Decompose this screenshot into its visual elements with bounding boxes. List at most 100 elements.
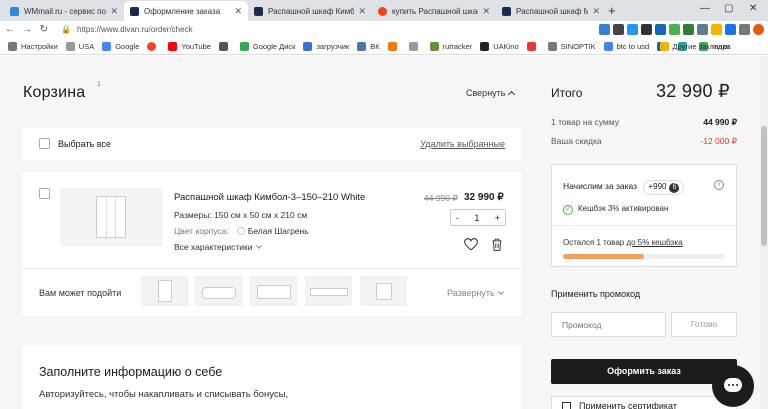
extension-icon[interactable] <box>669 24 680 35</box>
delete-selected-link[interactable]: Удалить выбранные <box>420 139 505 149</box>
quantity-value[interactable]: 1 <box>474 213 479 223</box>
bookmark[interactable] <box>387 41 401 51</box>
remain-link[interactable]: до 5% кешбэка <box>626 238 682 247</box>
items-sum-row: 1 товар на сумму 44 990 ₽ <box>551 117 737 127</box>
extension-icon[interactable] <box>711 24 722 35</box>
select-all-checkbox[interactable] <box>39 138 50 149</box>
forward-icon[interactable]: → <box>20 24 34 35</box>
all-specs-link[interactable]: Все характеристики <box>174 242 262 252</box>
tab-title: Оформление заказа <box>144 6 221 16</box>
product-name[interactable]: Распашной шкаф Кимбол-3–150–210 White <box>174 192 365 203</box>
bookmark[interactable]: SINOPTIK <box>547 41 596 51</box>
product-image[interactable] <box>60 188 162 246</box>
bookmark[interactable]: UAKino <box>480 41 519 51</box>
bookmark[interactable] <box>526 41 540 51</box>
product-price: 32 990 ₽ <box>464 192 504 203</box>
chat-button[interactable] <box>712 365 754 407</box>
suggestion-thumbnail[interactable] <box>195 276 242 306</box>
close-icon[interactable]: ✕ <box>110 6 118 17</box>
bookmark[interactable]: ВК <box>357 41 380 51</box>
cashback-text: Кешбэк 3% активирован <box>578 204 669 213</box>
increment-button[interactable]: + <box>495 213 500 223</box>
minimize-icon[interactable]: — <box>700 3 710 14</box>
bookmark[interactable]: Настройки <box>8 41 58 51</box>
tab-favicon-icon <box>502 6 511 16</box>
info-icon[interactable]: i <box>714 180 724 190</box>
vk-icon <box>357 41 367 51</box>
collapse-button[interactable]: Свернуть <box>466 88 516 99</box>
browser-tab[interactable]: Распашной шкаф Кимбол-3-1 ✕ <box>248 1 372 21</box>
product-card: Распашной шкаф Кимбол-3–150–210 White 44… <box>22 172 521 316</box>
discount-value: -12 000 ₽ <box>700 136 737 146</box>
tab-favicon-icon <box>378 6 387 16</box>
product-color: Цвет корпуса: Белая Шагрень <box>174 226 309 236</box>
place-order-button[interactable]: Оформить заказ <box>551 359 737 384</box>
uakino-icon <box>480 41 490 51</box>
avatar[interactable] <box>753 24 764 35</box>
bonus-coin-icon: б <box>669 183 680 193</box>
maximize-icon[interactable]: ▢ <box>724 3 733 14</box>
close-icon[interactable]: ✕ <box>482 6 490 17</box>
product-sizes: Размеры: 150 см x 50 см x 210 см <box>174 210 307 220</box>
bookmark[interactable]: USA <box>65 41 94 51</box>
color-label: Цвет корпуса: <box>174 226 229 236</box>
trash-icon[interactable] <box>491 238 503 251</box>
bookmark[interactable]: rutracker <box>429 41 472 51</box>
decrement-button[interactable]: - <box>456 213 459 223</box>
puzzle-icon[interactable] <box>739 24 750 35</box>
select-all-label[interactable]: Выбрать все <box>58 139 111 149</box>
extension-icon[interactable] <box>627 24 638 35</box>
close-icon[interactable]: ✕ <box>358 6 366 17</box>
sizes-label: Размеры: <box>174 210 212 220</box>
color-swatch <box>236 227 245 235</box>
tab-title: Распашной шкаф Монмарт-3 <box>516 6 589 16</box>
browser-tab-active[interactable]: Оформление заказа ✕ <box>124 1 248 21</box>
extension-icon[interactable] <box>725 24 736 35</box>
suggestion-thumbnail[interactable] <box>305 276 352 306</box>
suggestion-thumbnail[interactable] <box>250 276 297 306</box>
product-checkbox[interactable] <box>39 188 50 199</box>
url-field[interactable]: 🔒 https://www.divan.ru/order/check <box>61 25 193 34</box>
bookmark[interactable] <box>408 41 422 51</box>
close-icon[interactable]: ✕ <box>592 6 600 17</box>
lock-icon: 🔒 <box>61 25 71 34</box>
browser-tab[interactable]: WMmail.ru - сервис почтовых ✕ <box>4 1 124 21</box>
chevron-down-icon <box>255 243 262 249</box>
extension-icon[interactable] <box>697 24 708 35</box>
rutracker-icon <box>429 41 439 51</box>
new-tab-icon[interactable]: + <box>608 3 616 18</box>
gift-icon <box>562 402 571 409</box>
browser-tab[interactable]: купить Распашной шкаф Монм ✕ <box>372 1 496 21</box>
bookmark[interactable] <box>147 41 160 51</box>
page-title: Корзина <box>23 84 86 101</box>
bookmark[interactable]: Google Диск <box>239 41 295 51</box>
remain-prefix: Остался 1 товар <box>563 238 625 247</box>
other-bookmarks[interactable]: Другие закладки <box>659 41 730 51</box>
suggestion-thumbnail[interactable] <box>141 276 188 306</box>
back-icon[interactable]: ← <box>3 24 17 35</box>
close-window-icon[interactable]: ✕ <box>749 3 757 14</box>
promo-apply-button[interactable]: Готово <box>671 312 737 337</box>
extension-icon[interactable] <box>641 24 652 35</box>
scrollbar[interactable] <box>760 56 768 409</box>
bookmark[interactable]: btc to usd <box>603 41 649 51</box>
reload-icon[interactable]: ↻ <box>37 24 51 35</box>
bookmark[interactable]: загрузчик <box>303 41 349 51</box>
close-icon[interactable]: ✕ <box>234 6 242 17</box>
browser-tab[interactable]: Распашной шкаф Монмарт-3 ✕ <box>496 1 606 21</box>
bookmark[interactable]: YouTube <box>168 41 211 51</box>
heart-icon[interactable] <box>464 238 478 251</box>
extension-icon[interactable] <box>613 24 624 35</box>
expand-button[interactable]: Развернуть <box>447 288 504 298</box>
extension-icon[interactable] <box>655 24 666 35</box>
extension-icon[interactable] <box>683 24 694 35</box>
bookmark-label: SINOPTIK <box>560 41 596 51</box>
bookmark-label: YouTube <box>181 41 211 51</box>
bookmark[interactable]: Google <box>102 41 139 51</box>
certificate-button[interactable]: Применить сертификат <box>551 396 737 409</box>
promo-input[interactable] <box>551 312 666 337</box>
scrollbar-thumb[interactable] <box>761 126 767 246</box>
bookmark[interactable] <box>218 41 232 51</box>
suggestion-thumbnail[interactable] <box>360 276 407 306</box>
extension-icon[interactable] <box>599 24 610 35</box>
